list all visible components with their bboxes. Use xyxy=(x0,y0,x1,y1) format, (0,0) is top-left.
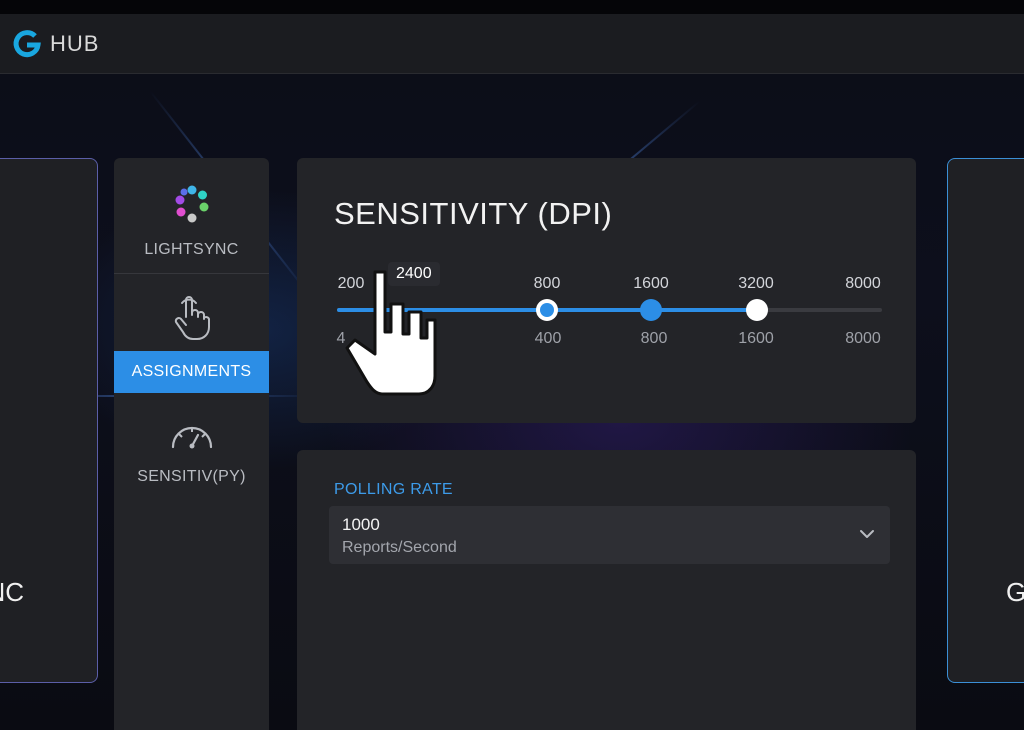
nav-item-sensitivity[interactable]: SENSITIV(PY) xyxy=(114,420,269,486)
dpi-title: SENSITIVITY (DPI) xyxy=(334,196,613,231)
app-logo[interactable]: HUB xyxy=(10,27,99,61)
dpi-top-label: 1600 xyxy=(633,275,669,292)
dpi-bottom-label: 8000 xyxy=(845,330,881,347)
dpi-bottom-label: 800 xyxy=(640,330,668,347)
hand-pointer-icon xyxy=(174,296,210,340)
polling-rate-select[interactable]: 1000 Reports/Second xyxy=(329,506,890,564)
app-header: HUB xyxy=(0,14,1024,74)
dpi-top-label: 800 xyxy=(533,275,561,292)
dpi-top-label: 8000 xyxy=(845,275,881,292)
nav-item-lightsync[interactable]: LIGHTSYNC xyxy=(114,183,269,273)
dpi-stop-handle-3200[interactable] xyxy=(746,299,768,321)
nav-label-assignments: ASSIGNMENTS xyxy=(131,363,252,380)
polling-panel: POLLING RATE 1000 Reports/Second xyxy=(297,450,916,730)
polling-rate-value: 1000 xyxy=(342,515,380,534)
nav-label-lightsync: LIGHTSYNC xyxy=(144,241,239,258)
dpi-stop-handle-1600[interactable] xyxy=(640,299,662,321)
window-top-strip xyxy=(0,0,1024,14)
nav-item-assignments[interactable]: ASSIGNMENTS xyxy=(114,351,269,393)
g-logo-icon xyxy=(13,29,41,57)
chevron-down-icon xyxy=(860,530,874,538)
left-card-caption: NC xyxy=(0,577,24,607)
dpi-panel: SENSITIVITY (DPI) 200 800 1600 3200 8000… xyxy=(297,158,916,423)
dpi-bottom-label: 1600 xyxy=(738,330,774,347)
settings-nav: LIGHTSYNC ASSIGNMENTS SENSITIV(PY) xyxy=(114,158,269,730)
right-device-card[interactable]: G xyxy=(947,158,1024,683)
dpi-stop-handle-800[interactable] xyxy=(536,299,558,321)
speedometer-icon xyxy=(171,426,212,449)
nav-label-sensitivity: SENSITIV(PY) xyxy=(137,468,246,485)
nav-item-assignments-icon-area[interactable] xyxy=(114,293,269,341)
lightsync-dots-icon xyxy=(175,185,208,223)
dpi-bottom-label: 400 xyxy=(534,330,562,347)
polling-rate-unit: Reports/Second xyxy=(342,539,457,556)
nav-divider xyxy=(114,273,269,274)
hand-cursor-icon xyxy=(345,270,437,396)
app-title: HUB xyxy=(50,30,100,56)
left-device-card[interactable]: NC xyxy=(0,158,98,683)
dpi-top-label: 3200 xyxy=(738,275,774,292)
right-card-caption: G xyxy=(1006,577,1024,607)
polling-title: POLLING RATE xyxy=(334,481,453,498)
